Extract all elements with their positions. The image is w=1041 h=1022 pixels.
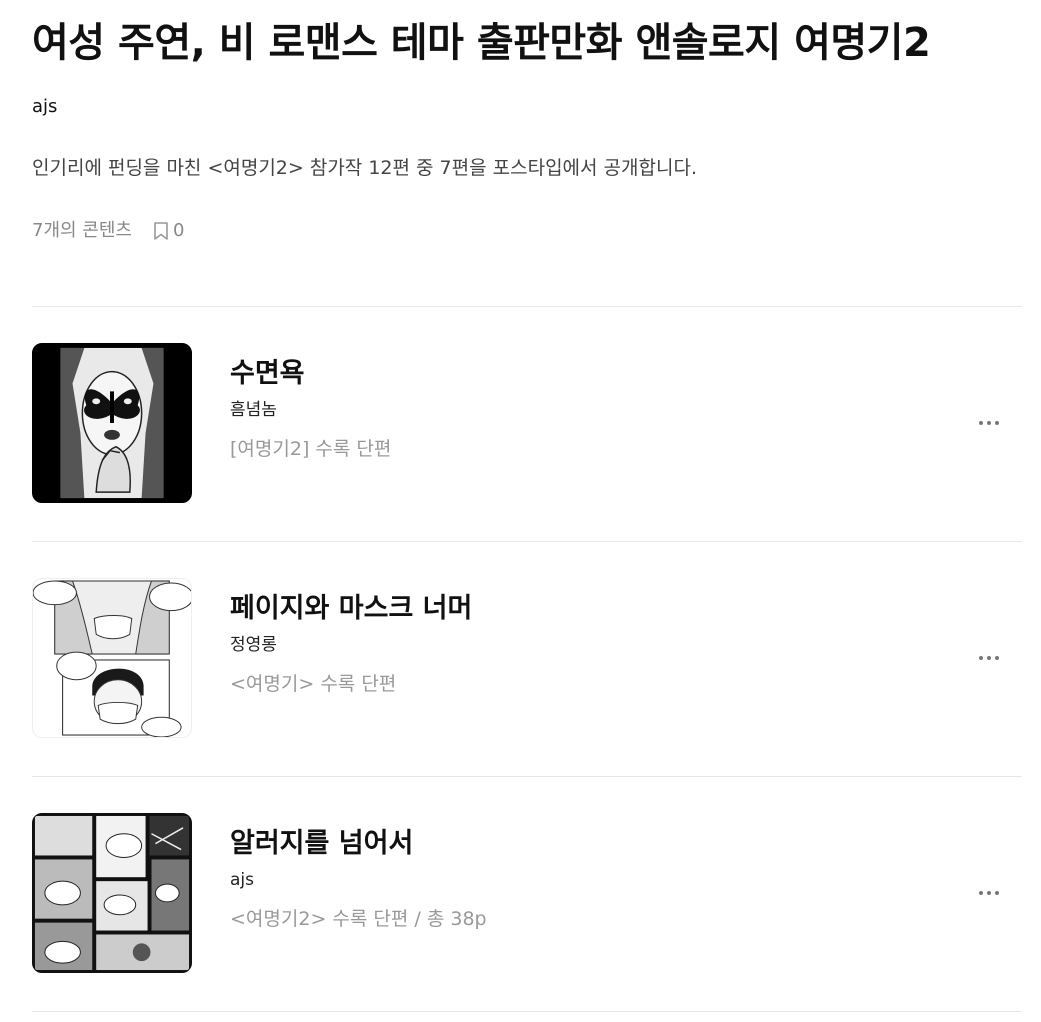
- more-options-button[interactable]: [972, 644, 1006, 672]
- list-item[interactable]: 수면욕 흠념놈 [여명기2] 수록 단편: [32, 343, 1022, 505]
- more-dot-icon: [979, 656, 983, 660]
- collection-author[interactable]: ajs: [32, 96, 57, 118]
- bookmark-count: 0: [172, 220, 185, 241]
- comic-panels-thumbnail[interactable]: [32, 813, 192, 973]
- collection-description: 인기리에 펀딩을 마친 <여명기2> 참가작 12편 중 7편을 포스타입에서 …: [32, 157, 697, 179]
- more-dot-icon: [987, 421, 991, 425]
- divider: [32, 776, 1022, 777]
- bookmark-button[interactable]: 0: [152, 219, 184, 243]
- more-options-button[interactable]: [972, 409, 1006, 437]
- more-dot-icon: [995, 656, 999, 660]
- item-title[interactable]: 알러지를 넘어서: [230, 827, 487, 861]
- item-info: 알러지를 넘어서 ajs <여명기2> 수록 단편 / 총 38p: [230, 827, 487, 931]
- item-author[interactable]: 정영롱: [230, 634, 472, 656]
- butterfly-face-thumbnail[interactable]: [32, 343, 192, 503]
- more-dot-icon: [979, 891, 983, 895]
- more-dot-icon: [995, 891, 999, 895]
- more-dot-icon: [979, 421, 983, 425]
- list-item[interactable]: 페이지와 마스크 너머 정영롱 <여명기> 수록 단편: [32, 578, 1022, 740]
- divider: [32, 541, 1022, 542]
- item-title[interactable]: 페이지와 마스크 너머: [230, 592, 472, 626]
- item-info: 수면욕 흠념놈 [여명기2] 수록 단편: [230, 357, 391, 461]
- page-title: 여성 주연, 비 로맨스 테마 출판만화 앤솔로지 여명기2: [32, 20, 931, 66]
- more-dot-icon: [995, 421, 999, 425]
- item-description: <여명기2> 수록 단편 / 총 38p: [230, 908, 487, 930]
- divider: [32, 306, 1022, 307]
- content-count: 7개의 콘텐츠: [32, 220, 132, 241]
- more-options-button[interactable]: [972, 879, 1006, 907]
- masked-faces-comic-thumbnail[interactable]: [32, 578, 192, 738]
- item-info: 페이지와 마스크 너머 정영롱 <여명기> 수록 단편: [230, 592, 472, 696]
- item-title[interactable]: 수면욕: [230, 357, 391, 391]
- collection-meta: 7개의 콘텐츠 0: [32, 219, 184, 243]
- item-author[interactable]: ajs: [230, 869, 487, 891]
- item-description: <여명기> 수록 단편: [230, 673, 397, 695]
- more-dot-icon: [987, 656, 991, 660]
- list-item[interactable]: 알러지를 넘어서 ajs <여명기2> 수록 단편 / 총 38p: [32, 813, 1022, 975]
- more-dot-icon: [987, 891, 991, 895]
- divider: [32, 1011, 1022, 1012]
- item-author[interactable]: 흠념놈: [230, 399, 391, 421]
- item-description: [여명기2] 수록 단편: [230, 438, 392, 460]
- bookmark-icon: [154, 222, 168, 240]
